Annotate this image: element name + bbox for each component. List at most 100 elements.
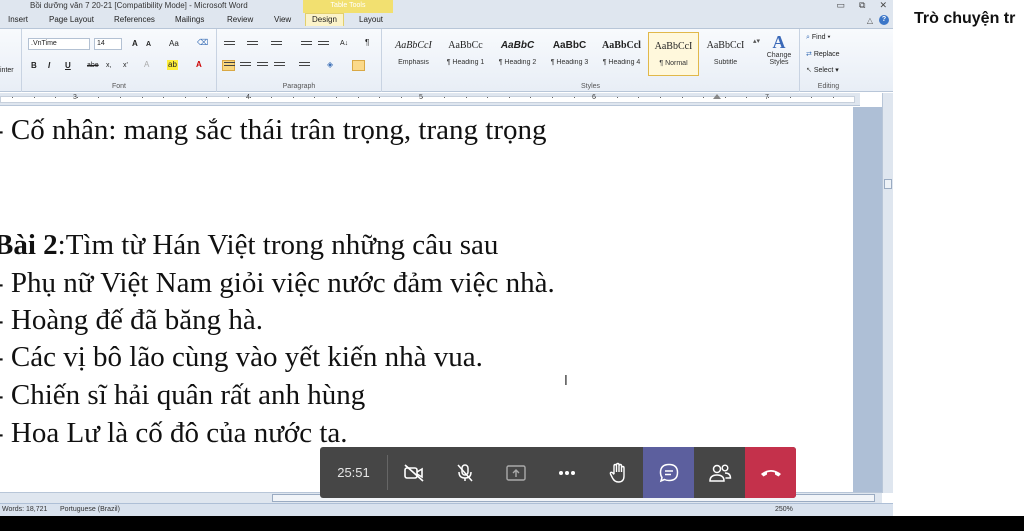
style-name: ¶ Normal [659, 60, 688, 67]
help-icon[interactable]: ? [879, 15, 889, 25]
decrease-indent-icon[interactable] [301, 41, 312, 49]
doc-heading-text: :Tìm từ Hán Việt trong những câu sau [57, 229, 499, 261]
table-tools-tab: Table Tools [303, 0, 393, 13]
style-subtitle[interactable]: AaBbCcI Subtitle [700, 32, 751, 76]
mic-toggle-button[interactable] [439, 447, 490, 498]
align-center-icon[interactable] [240, 62, 251, 70]
line-spacing-icon[interactable] [299, 62, 310, 70]
style-emphasis[interactable]: AaBbCcI Emphasis [388, 32, 439, 76]
camera-toggle-button[interactable] [388, 447, 439, 498]
style-sample: AaBbCc [448, 40, 483, 51]
replace-label: Replace [813, 51, 840, 58]
align-right-icon[interactable] [257, 62, 268, 70]
justify-icon[interactable] [274, 62, 285, 70]
ruler-tick [336, 97, 337, 98]
chat-icon [659, 463, 678, 482]
select-button[interactable]: ↖ Select ▾ [806, 66, 839, 74]
ruler-tick [185, 97, 186, 98]
word-window: Bồi dưỡng văn 7 20-21 [Compatibility Mod… [0, 0, 893, 516]
document-page[interactable]: - Cố nhân: mang sắc thái trân trọng, tra… [0, 107, 853, 492]
ruler-tick [833, 97, 834, 98]
tab-references[interactable]: References [114, 15, 155, 24]
strikethrough-button[interactable]: abe [87, 61, 99, 71]
leave-call-button[interactable] [745, 447, 796, 498]
more-options-button[interactable] [541, 447, 592, 498]
tab-layout[interactable]: Layout [359, 15, 383, 24]
ruler-tick [120, 97, 121, 98]
ruler-tick [595, 97, 596, 98]
bold-button[interactable]: B [31, 61, 37, 71]
vertical-scrollbar[interactable] [882, 93, 893, 493]
borders-button[interactable] [352, 60, 365, 71]
doc-heading-bold: Bài 2 [0, 229, 58, 261]
tab-page-layout[interactable]: Page Layout [49, 15, 94, 24]
change-styles-button[interactable]: A Change Styles [760, 32, 798, 66]
style-sample: AaBbCcI [654, 41, 693, 52]
tab-mailings[interactable]: Mailings [175, 15, 204, 24]
superscript-button[interactable]: x' [123, 61, 128, 71]
highlight-icon[interactable]: ab [167, 60, 178, 70]
sort-icon[interactable]: A↓ [340, 39, 348, 49]
select-icon: ↖ [806, 67, 814, 74]
replace-button[interactable]: ⇄ Replace [806, 50, 840, 58]
word-count[interactable]: Words: 18,721 [2, 506, 47, 513]
multilevel-list-icon[interactable] [271, 41, 282, 49]
phone-hangup-icon [760, 469, 781, 476]
ruler-tick [768, 97, 769, 98]
ruler-tick [530, 97, 531, 98]
tab-review[interactable]: Review [227, 15, 253, 24]
ruler-indent-marker[interactable] [713, 94, 721, 99]
shading-icon[interactable]: ◈ [327, 60, 333, 70]
horizontal-ruler[interactable]: 3 4 5 6 7 [0, 93, 860, 106]
font-group: .VnTime 14 A A Aa ⌫ B I U abe x, x' A ab… [22, 29, 217, 92]
clear-format-icon[interactable]: ⌫ [197, 38, 208, 48]
restore-icon[interactable]: ⧉ [859, 0, 865, 12]
shrink-font-button[interactable]: A [146, 40, 151, 50]
document-margin-area [853, 107, 882, 492]
style-normal[interactable]: AaBbCcI ¶ Normal [648, 32, 699, 76]
participants-button[interactable] [694, 447, 745, 498]
text-effects-icon[interactable]: A [144, 60, 149, 70]
font-name-box[interactable]: .VnTime [28, 38, 90, 50]
ruler-tick [466, 97, 467, 98]
underline-button[interactable]: U [65, 61, 71, 71]
font-color-icon[interactable]: A [196, 60, 202, 70]
change-case-button[interactable]: Aa [169, 39, 179, 49]
zoom-level[interactable]: 250% [775, 506, 793, 513]
ruler-tick [703, 97, 704, 98]
show-marks-button[interactable]: ¶ [365, 38, 369, 48]
share-screen-button[interactable] [490, 447, 541, 498]
italic-button[interactable]: I [48, 61, 50, 71]
language-indicator[interactable]: Portuguese (Brazil) [60, 506, 120, 513]
collapse-ribbon-icon[interactable]: △ [867, 16, 873, 25]
paragraph-group-label: Paragraph [282, 83, 316, 90]
ruler-tick [487, 97, 488, 98]
numbering-icon[interactable] [247, 41, 258, 49]
bullets-icon[interactable] [224, 41, 235, 49]
styles-scroll-icon[interactable]: ▴▾ [753, 37, 760, 47]
ruler-tick [638, 97, 639, 98]
style-heading-1[interactable]: AaBbCc ¶ Heading 1 [440, 32, 491, 76]
ruler-tick [271, 97, 272, 98]
font-size-box[interactable]: 14 [94, 38, 122, 50]
subscript-button[interactable]: x, [106, 61, 111, 71]
style-heading-3[interactable]: AaBbC ¶ Heading 3 [544, 32, 595, 76]
close-icon[interactable]: ✕ [879, 0, 887, 12]
increase-indent-icon[interactable] [318, 41, 329, 49]
clipboard-label: inter [0, 67, 14, 74]
find-button[interactable]: ⌕ Find ▾ [806, 34, 830, 42]
tab-design[interactable]: Design [305, 13, 344, 26]
more-icon [558, 470, 575, 475]
tab-insert[interactable]: Insert [8, 15, 28, 24]
text-cursor-icon: I [564, 374, 568, 389]
vertical-scroll-thumb[interactable] [884, 179, 892, 189]
style-sample: AaBbCcI [395, 40, 432, 51]
tab-view[interactable]: View [274, 15, 291, 24]
ruler-tick [725, 97, 726, 98]
chat-button[interactable] [643, 447, 694, 498]
minimize-icon[interactable]: ▭ [837, 0, 846, 12]
style-heading-4[interactable]: AaBbCcl ¶ Heading 4 [596, 32, 647, 76]
style-heading-2[interactable]: AaBbC ¶ Heading 2 [492, 32, 543, 76]
grow-font-button[interactable]: A [132, 39, 138, 49]
raise-hand-button[interactable] [592, 447, 643, 498]
